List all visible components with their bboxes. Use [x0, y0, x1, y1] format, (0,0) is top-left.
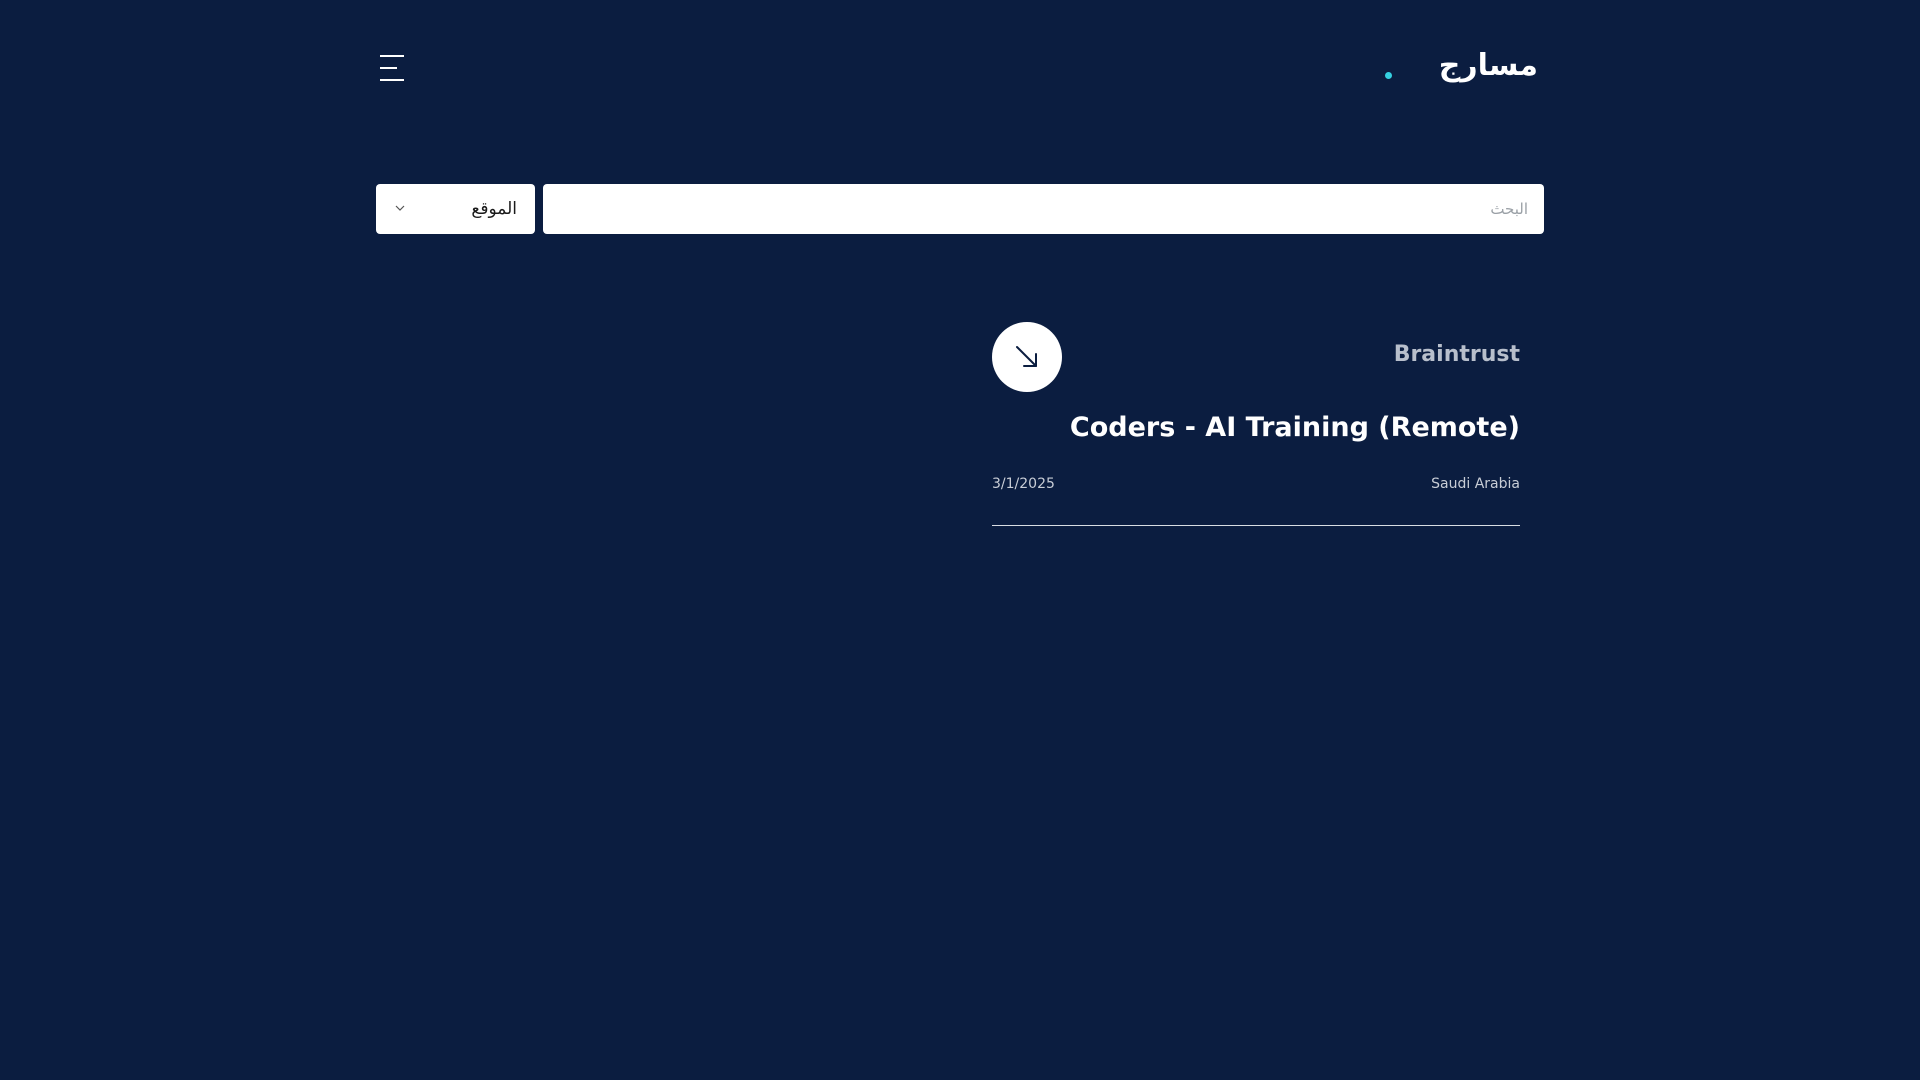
site-logo[interactable]: مسارج — [1380, 48, 1538, 84]
job-location: Saudi Arabia — [1431, 476, 1520, 492]
search-input[interactable] — [543, 184, 1544, 234]
chevron-down-icon — [395, 205, 405, 211]
menu-bar-middle — [380, 67, 397, 69]
company-name: Braintrust — [1393, 342, 1520, 367]
arrow-down-right-icon — [1016, 346, 1037, 367]
open-job-button[interactable] — [992, 322, 1062, 392]
hamburger-menu-icon[interactable] — [380, 55, 404, 81]
job-date: 3/1/2025 — [992, 476, 1055, 492]
logo-dot — [1385, 72, 1392, 79]
page: مسارج الموقع Braintrust Coders - AI Trai… — [0, 0, 1920, 1080]
job-card[interactable]: Braintrust Coders - AI Training (Remote)… — [992, 322, 1520, 527]
location-dropdown-label: الموقع — [471, 199, 517, 219]
menu-bar-top — [380, 55, 404, 57]
location-dropdown[interactable]: الموقع — [376, 184, 535, 234]
job-divider — [992, 525, 1520, 526]
job-title[interactable]: Coders - AI Training (Remote) — [1070, 412, 1520, 443]
menu-bar-bottom — [380, 79, 404, 81]
logo-wordmark: مسارج — [1438, 48, 1538, 83]
